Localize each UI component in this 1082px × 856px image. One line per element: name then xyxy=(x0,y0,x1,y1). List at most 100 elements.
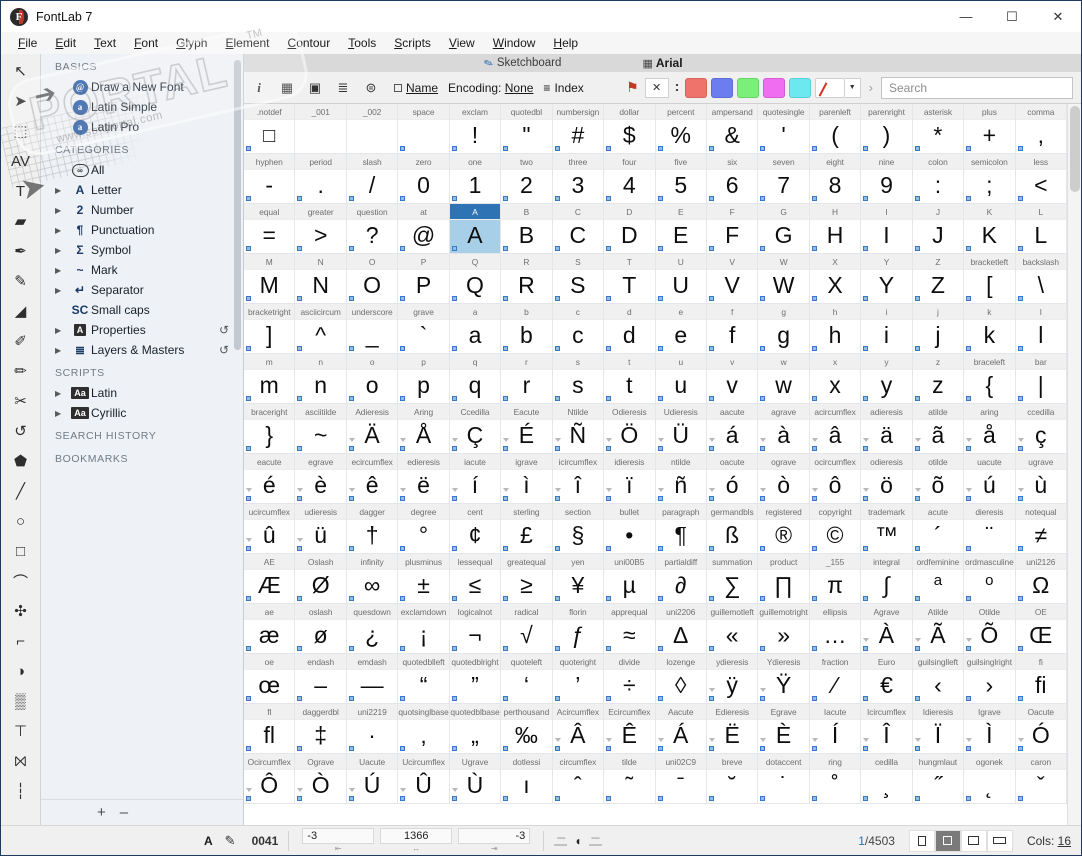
glyph-cell[interactable]: Otilde Õ xyxy=(964,604,1016,654)
glyph-cell[interactable]: asciitilde ~ xyxy=(295,404,347,454)
filter-icon[interactable]: ⊜ xyxy=(358,76,384,100)
glyph-cell[interactable]: tilde ˜ xyxy=(604,754,656,804)
glyph-cell[interactable]: kk xyxy=(964,304,1016,354)
glyph-cell[interactable]: greatequal ≥ xyxy=(501,554,553,604)
glyph-cell[interactable]: QQ xyxy=(449,254,502,304)
advance-width-value[interactable]: 1366 xyxy=(380,828,453,844)
arrow-pointer-icon[interactable]: ↖ xyxy=(4,56,38,86)
glyph-grid-scrollbar[interactable] xyxy=(1067,104,1081,825)
glyph-cell[interactable]: integral ∫ xyxy=(861,554,913,604)
glyph-cell[interactable]: ii xyxy=(861,304,913,354)
glyph-cell[interactable]: Acircumflex Â xyxy=(552,704,605,754)
glyph-cell[interactable]: quoteright ’ xyxy=(552,654,605,704)
glyph-cell[interactable]: adieresis ä xyxy=(861,404,913,454)
glyph-cell[interactable]: _001 xyxy=(295,104,347,154)
chevron-right-icon[interactable]: ▶ xyxy=(55,246,69,255)
sidebar-item-layers-masters[interactable]: ▶ ≣ Layers & Masters ↺ xyxy=(41,340,243,360)
glyph-cell[interactable]: radical √ xyxy=(501,604,553,654)
glyph-cell[interactable]: three 3 xyxy=(552,154,605,204)
glyph-cell[interactable]: perthousand ‰ xyxy=(501,704,553,754)
glyph-cell[interactable]: ogonek ˛ xyxy=(964,754,1016,804)
eraser-icon[interactable]: ▰ xyxy=(4,206,38,236)
glyph-cell[interactable]: bracketleft [ xyxy=(964,254,1016,304)
glyph-cell[interactable]: endash – xyxy=(295,654,347,704)
glyph-cell[interactable]: germandbls ß xyxy=(706,504,759,554)
search-input[interactable]: Search xyxy=(881,76,1073,99)
shadow-icon[interactable]: ◑ xyxy=(4,656,38,686)
glyph-cell[interactable]: ucircumflex û xyxy=(244,504,296,554)
right-sidebearing[interactable]: -3 ⇥ xyxy=(458,828,531,853)
glyph-cell[interactable]: uni2126 Ω xyxy=(1015,554,1067,604)
chevron-right-icon[interactable]: ▶ xyxy=(55,409,69,418)
glyph-cell[interactable]: comma, xyxy=(1015,104,1067,154)
glyph-cell[interactable]: quoteleft ‘ xyxy=(501,654,553,704)
glyph-cell[interactable]: backslash \ xyxy=(1015,254,1067,304)
glyph-cell[interactable]: Ugrave Ù xyxy=(449,754,502,804)
glyph-cell[interactable]: caron ˇ xyxy=(1015,754,1067,804)
glyph-cell[interactable]: Euro € xyxy=(861,654,913,704)
glyph-cell[interactable]: hungmlaut ˝ xyxy=(912,754,965,804)
glyph-cell[interactable]: RR xyxy=(501,254,553,304)
glyph-cell[interactable]: braceright} xyxy=(244,404,296,454)
glyph-cell[interactable]: oslash ø xyxy=(295,604,347,654)
glyph-cell[interactable]: cedilla ¸ xyxy=(861,754,913,804)
glyph-cell[interactable]: ccedilla ç xyxy=(1015,404,1067,454)
sidebar-item-draw-a-new-font[interactable]: @ Draw a New Font xyxy=(41,77,243,97)
glyph-cell[interactable]: Ograve Ò xyxy=(295,754,347,804)
glyph-cell[interactable]: section § xyxy=(552,504,605,554)
glyph-cell[interactable]: Aring Å xyxy=(398,404,450,454)
glyph-cell[interactable]: hh xyxy=(809,304,862,354)
sidebar-item-number[interactable]: ▶ 2 Number xyxy=(41,200,243,220)
glyph-cell[interactable]: WW xyxy=(758,254,810,304)
glyph-cell[interactable]: guillemotright » xyxy=(758,604,810,654)
glyph-cell[interactable]: EE xyxy=(655,204,707,254)
pen-nib-icon[interactable]: ✎ xyxy=(225,833,236,849)
no-color-slash-icon[interactable] xyxy=(814,77,845,98)
glyph-cell[interactable]: yen ¥ xyxy=(552,554,605,604)
minimize-button[interactable]: — xyxy=(943,1,989,32)
glyph-cell[interactable]: ring ˚ xyxy=(809,754,862,804)
glyph-cell[interactable]: paragraph ¶ xyxy=(655,504,707,554)
name-checkbox[interactable] xyxy=(394,84,402,93)
glyph-cells-icon[interactable]: ▦ xyxy=(274,76,300,100)
glyph-cell[interactable]: equal = xyxy=(244,204,296,254)
glyph-cell[interactable]: two 2 xyxy=(501,154,553,204)
glyph-cell[interactable]: OO xyxy=(346,254,399,304)
chevron-right-icon[interactable]: ▶ xyxy=(55,186,69,195)
glyph-cell[interactable]: ugrave ù xyxy=(1015,454,1067,504)
glyph-cell[interactable]: numbersign # xyxy=(552,104,605,154)
glyph-cell[interactable]: quotsinglbase ‚ xyxy=(398,704,450,754)
glyph-cell[interactable]: aring å xyxy=(964,404,1016,454)
glyph-cell[interactable]: cent ¢ xyxy=(449,504,502,554)
glyph-cell[interactable]: product ∏ xyxy=(758,554,810,604)
glyph-cell[interactable]: hyphen - xyxy=(244,154,296,204)
glyph-cell[interactable]: trademark ™ xyxy=(861,504,913,554)
add-filter-button[interactable]: + xyxy=(97,804,106,821)
glyph-cell[interactable]: ordfeminine a xyxy=(912,554,965,604)
glyph-cell[interactable]: registered ® xyxy=(758,504,810,554)
rapid-icon[interactable]: ✐ xyxy=(4,326,38,356)
glyph-cell[interactable]: atilde ã xyxy=(912,404,965,454)
glyph-cell[interactable]: logicalnot ¬ xyxy=(449,604,502,654)
menu-help[interactable]: Help xyxy=(544,33,587,53)
sidebar-item-cyrillic[interactable]: ▶ Аа Cyrillic xyxy=(41,403,243,423)
glyph-cell[interactable]: egrave è xyxy=(295,454,347,504)
glyph-cell[interactable]: Ccedilla Ç xyxy=(449,404,502,454)
glyph-cell[interactable]: .notdef □ xyxy=(244,104,296,154)
ellipse-icon[interactable]: ○ xyxy=(4,506,38,536)
glyph-cell[interactable]: Ecircumflex Ê xyxy=(604,704,656,754)
glyph-cell[interactable]: CC xyxy=(552,204,605,254)
sidebar-item-small-caps[interactable]: SC Small caps xyxy=(41,300,243,320)
glyph-cell[interactable]: Atilde Ã xyxy=(912,604,965,654)
glyph-cell[interactable]: uni2206 ∆ xyxy=(655,604,707,654)
glyph-cell[interactable]: NN xyxy=(295,254,347,304)
glyph-cell[interactable]: JJ xyxy=(912,204,965,254)
glyph-cell[interactable]: sterling £ xyxy=(501,504,553,554)
swatch-magenta[interactable] xyxy=(762,77,785,98)
glyph-cell[interactable]: edieresis ë xyxy=(398,454,450,504)
glyph-cell[interactable]: Odieresis Ö xyxy=(604,404,656,454)
glyph-cell[interactable]: ecircumflex ê xyxy=(346,454,399,504)
kerning-av-icon[interactable]: AV xyxy=(4,146,38,176)
glyph-cell[interactable]: UU xyxy=(655,254,707,304)
glyph-cell[interactable]: Ntilde Ñ xyxy=(552,404,605,454)
